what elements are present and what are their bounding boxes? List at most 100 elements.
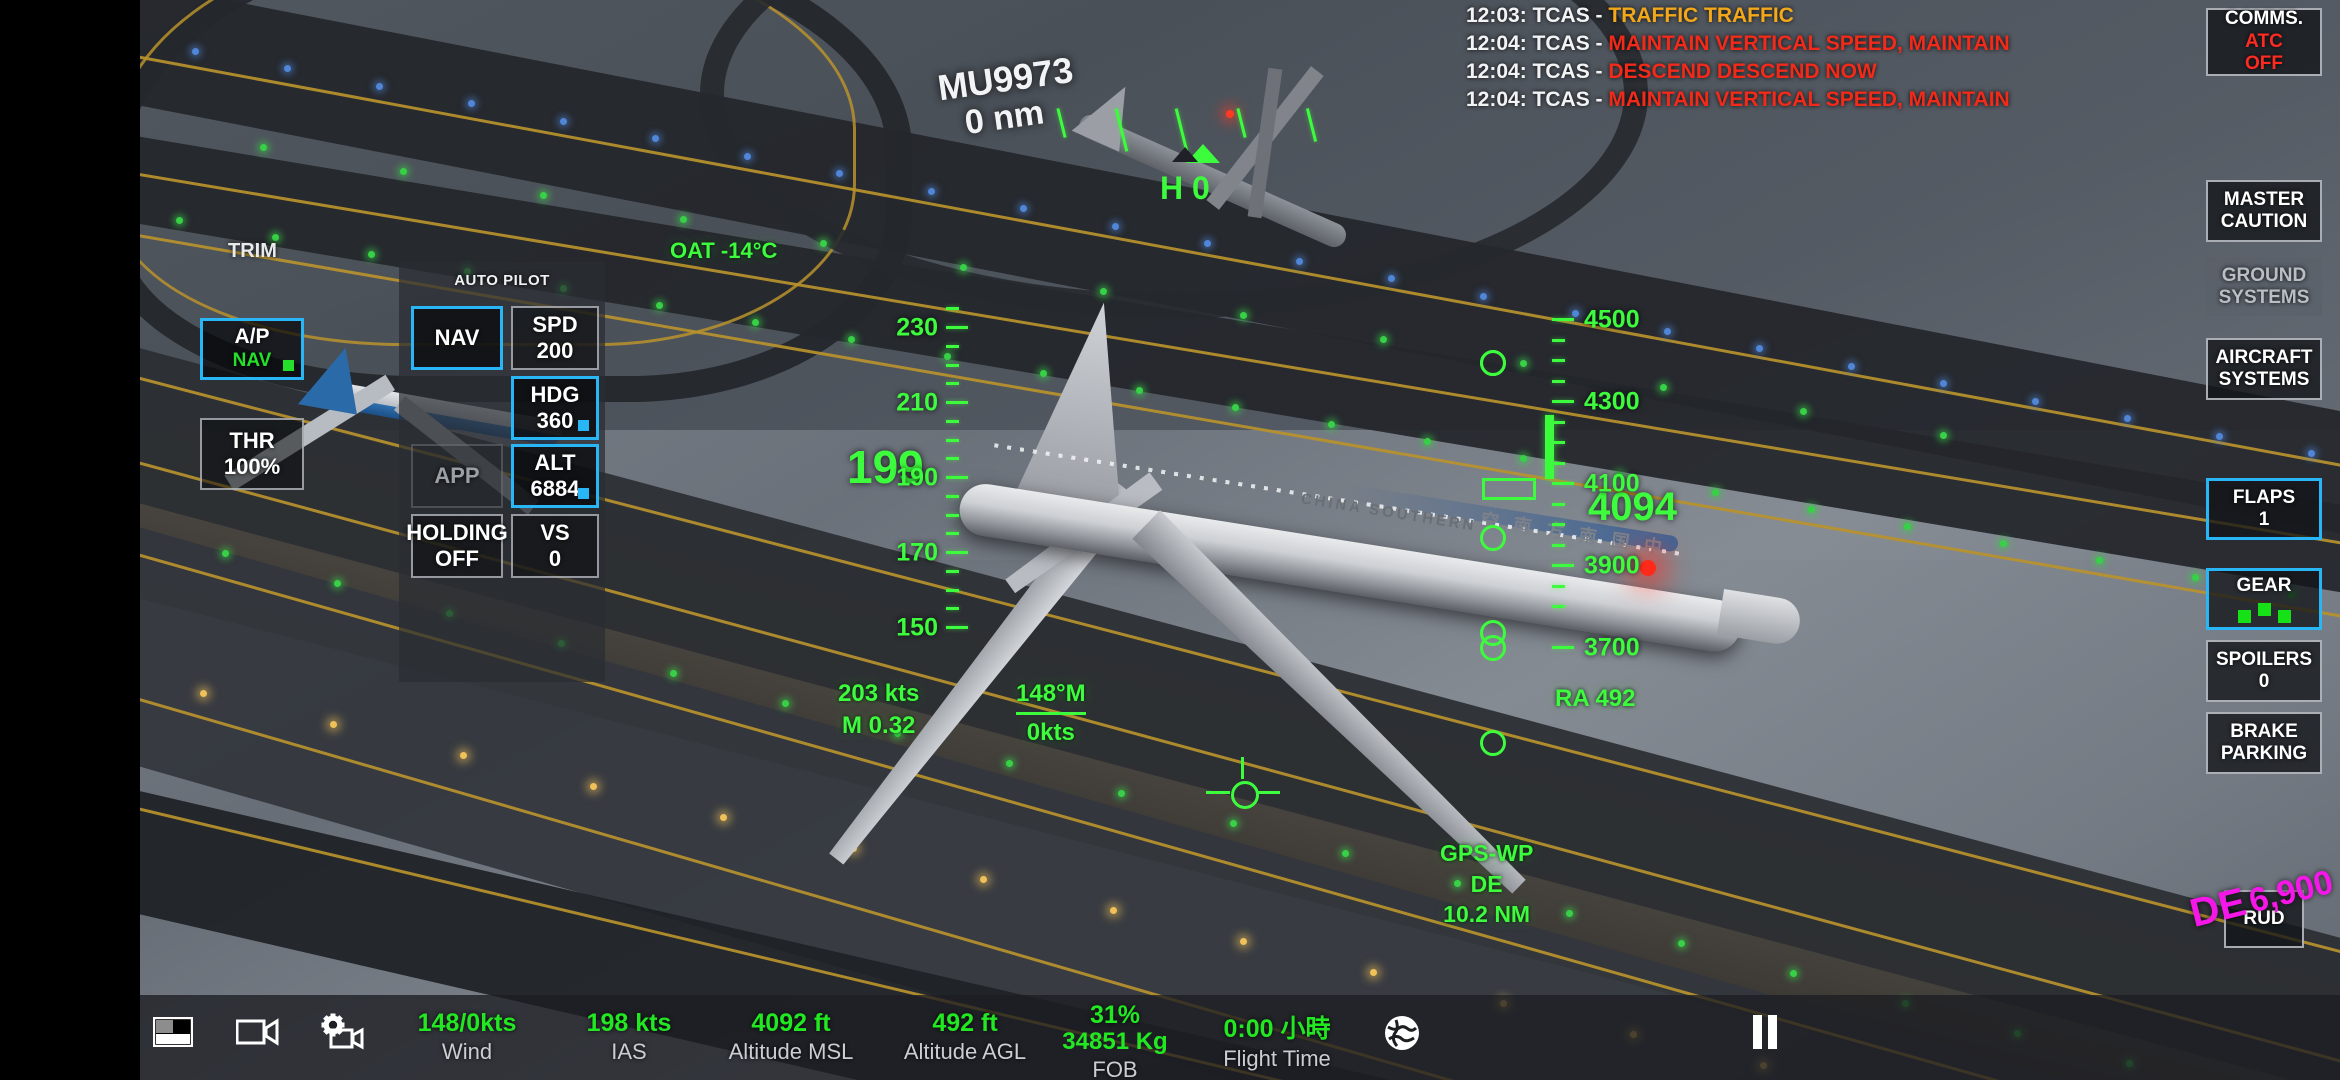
edge-light xyxy=(192,47,199,55)
globe-icon[interactable] xyxy=(1382,1013,1422,1058)
ias-label: IAS xyxy=(611,1039,647,1064)
ap-vs-label: VS xyxy=(540,520,570,546)
altitude-major-tick xyxy=(1552,646,1574,649)
pause-icon[interactable] xyxy=(1751,1015,1779,1054)
comms-button[interactable]: COMMS. ATC OFF xyxy=(2206,8,2322,76)
altitude-major-tick xyxy=(1552,318,1574,321)
ground-systems-button[interactable]: GROUND SYSTEMS xyxy=(2206,258,2322,316)
aircraft-systems-label: AIRCRAFT xyxy=(2215,346,2313,368)
ap-holding-value: OFF xyxy=(435,546,479,571)
ap-master-mode: NAV xyxy=(232,350,272,372)
ap-hdg-value: 360 xyxy=(536,408,574,433)
altitude-index-box xyxy=(1482,478,1536,500)
oat-readout: OAT -14°C xyxy=(670,238,778,263)
tcas-timestamp: 12:04: TCAS - xyxy=(1466,60,1609,84)
airspeed-minor-tick xyxy=(946,307,959,311)
tcas-text: MAINTAIN VERTICAL SPEED, MAINTAIN xyxy=(1608,88,2010,112)
approach-light xyxy=(1370,969,1377,976)
airspeed-minor-tick xyxy=(946,363,959,367)
ap-alt-button[interactable]: ALT 6884 xyxy=(511,444,599,508)
edge-light xyxy=(284,65,291,72)
centerline-light xyxy=(656,302,663,309)
approach-light xyxy=(590,783,597,790)
camera-icon[interactable] xyxy=(235,1017,280,1052)
autopilot-master-button[interactable]: A/P NAV xyxy=(200,318,304,380)
gear-right-indicator xyxy=(2277,610,2291,624)
ap-nav-label: NAV xyxy=(434,325,480,351)
centerline-light xyxy=(752,319,759,326)
edge-light xyxy=(2216,432,2223,440)
ap-alt-label: ALT xyxy=(534,450,576,476)
layout-icon[interactable] xyxy=(152,1016,194,1052)
spoilers-button[interactable]: SPOILERS 0 xyxy=(2206,640,2322,702)
gear-left-indicator xyxy=(2237,610,2251,624)
airspeed-minor-tick xyxy=(946,438,959,442)
tcas-text: MAINTAIN VERTICAL SPEED, MAINTAIN xyxy=(1608,32,2010,56)
flaps-sublabel: 1 xyxy=(2258,509,2270,530)
airspeed-minor-tick xyxy=(946,344,959,348)
gps-wp-distance: 10.2 NM xyxy=(1443,901,1531,928)
airspeed-major-tick xyxy=(946,626,968,629)
fpm-right-wing xyxy=(1256,791,1280,794)
aircraft-systems-button[interactable]: AIRCRAFT SYSTEMS xyxy=(2206,338,2322,400)
spoilers-sublabel: 0 xyxy=(2258,671,2270,692)
vertical-stabilizer xyxy=(1002,292,1153,518)
fpm-tail xyxy=(1241,757,1244,779)
gear-button[interactable]: GEAR xyxy=(2206,568,2322,630)
ap-alt-indicator xyxy=(578,488,589,499)
aircraft-systems-sublabel: SYSTEMS xyxy=(2218,369,2310,390)
flaps-button[interactable]: FLAPS 1 xyxy=(2206,478,2322,540)
centerline-light xyxy=(2096,557,2103,564)
centerline-light xyxy=(1230,820,1237,827)
heading-tick xyxy=(1174,108,1189,152)
wind-label: Wind xyxy=(441,1039,493,1064)
altitude-minor-tick xyxy=(1552,359,1565,362)
gps-wp-label: GPS-WP xyxy=(1440,840,1534,866)
airspeed-major-tick xyxy=(946,476,968,479)
altitude-msl-label: Altitude MSL xyxy=(728,1039,854,1064)
airspeed-major-tick xyxy=(946,326,968,329)
ground-systems-label: GROUND xyxy=(2221,264,2307,286)
altitude-minor-tick xyxy=(1552,338,1565,342)
master-caution-button[interactable]: MASTER CAUTION xyxy=(2206,180,2322,242)
throttle-button[interactable]: THR 100% xyxy=(200,418,304,490)
camera-settings-icon[interactable] xyxy=(319,1013,367,1056)
ap-nav-button[interactable]: NAV xyxy=(411,306,503,370)
wind-readout: 148/0kts Wind xyxy=(418,1009,517,1065)
heading-tick xyxy=(1305,108,1318,142)
brake-button[interactable]: BRAKE PARKING xyxy=(2206,712,2322,774)
altitude-minor-tick xyxy=(1552,420,1565,424)
approach-light xyxy=(460,752,467,759)
altitude-minor-tick xyxy=(1552,543,1565,547)
autopilot-panel: AUTO PILOT NAV SPD 200 HDG 360 APP ALT 6884 HOLD… xyxy=(399,262,605,682)
tcas-message: 12:04: TCAS - MAINTAIN VERTICAL SPEED, M… xyxy=(1466,30,2010,58)
centerline-light xyxy=(2192,574,2199,581)
ap-hdg-button[interactable]: HDG 360 xyxy=(511,376,599,440)
track-block: 148°M 0kts xyxy=(1016,678,1086,748)
ap-spd-button[interactable]: SPD 200 xyxy=(511,306,599,370)
ap-hdg-indicator xyxy=(578,420,589,431)
airspeed-minor-tick xyxy=(946,457,959,461)
centerline-light xyxy=(2000,540,2007,547)
altitude-bug xyxy=(1545,415,1554,479)
altitude-major-tick xyxy=(1552,564,1574,567)
approach-light xyxy=(330,721,337,728)
gear-nose-indicator xyxy=(2257,603,2271,617)
flight-path-marker-icon xyxy=(1206,757,1280,816)
centerline-light xyxy=(334,580,341,587)
edge-light xyxy=(744,152,751,160)
ap-vs-button[interactable]: VS 0 xyxy=(511,514,599,578)
approach-light xyxy=(1240,938,1247,945)
centerline-light xyxy=(1790,970,1797,977)
ap-holding-button[interactable]: HOLDING OFF xyxy=(406,514,508,578)
centerline-light xyxy=(1904,523,1911,530)
vertical-wind: 0kts xyxy=(1026,718,1075,746)
altitude-msl-readout: 4092 ft Altitude MSL xyxy=(729,1009,854,1065)
airspeed-tick-label: 150 xyxy=(896,613,938,642)
airspeed-minor-tick xyxy=(946,569,959,573)
ap-app-button[interactable]: APP xyxy=(411,444,503,508)
edge-light xyxy=(2032,397,2039,405)
approach-light xyxy=(980,876,987,883)
centerline-light xyxy=(1940,432,1947,439)
vertical-speed-marker xyxy=(1480,350,1506,376)
